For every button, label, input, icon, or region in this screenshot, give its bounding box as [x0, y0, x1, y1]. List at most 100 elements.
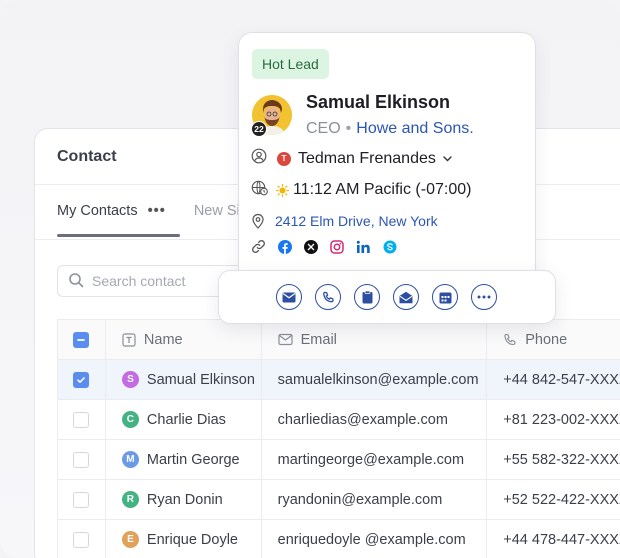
- table-row[interactable]: R Ryan Donin ryandonin@example.com +52 522-…: [58, 480, 620, 520]
- table-header-row: Name Email Phone: [58, 320, 620, 360]
- owner-avatar: T: [277, 151, 291, 166]
- contact-phone-cell[interactable]: +52 522-422-XXXX: [487, 480, 620, 519]
- column-phone-label: Phone: [525, 331, 568, 348]
- row-select-cell: [58, 440, 106, 479]
- chevron-down-icon: [443, 155, 452, 162]
- table-row[interactable]: E Enrique Doyle enriquedoyle @example.com +…: [58, 520, 620, 558]
- contact-phone-cell[interactable]: +55 582-322-XXXX: [487, 440, 620, 479]
- contact-phone-cell[interactable]: +44 842-547-XXXX: [487, 360, 620, 399]
- text-field-icon: [122, 332, 136, 347]
- social-links-row: [251, 239, 397, 254]
- search-placeholder: Search contact: [92, 273, 186, 289]
- role-separator: •: [345, 120, 352, 137]
- contact-name-text: Samual Elkinson: [146, 371, 255, 388]
- tab-my-contacts-label: My Contacts: [57, 203, 138, 219]
- row-checkbox[interactable]: [73, 451, 90, 468]
- row-checkbox[interactable]: [73, 491, 90, 508]
- call-icon: [322, 291, 335, 304]
- contact-email-cell[interactable]: martingeorge@example.com: [262, 440, 488, 479]
- facebook-icon[interactable]: [278, 239, 292, 254]
- linkedin-icon[interactable]: [356, 240, 371, 254]
- row-select-cell: [58, 400, 106, 439]
- table-row[interactable]: M Martin George martingeorge@example.com +5…: [58, 440, 620, 480]
- timezone-globe-icon: [251, 179, 268, 201]
- x-icon[interactable]: [304, 239, 318, 254]
- mail-open-icon: [399, 291, 413, 304]
- contact-initial-avatar: R: [121, 491, 139, 508]
- contact-name-cell[interactable]: S Samual Elkinson: [106, 360, 262, 399]
- column-header-email[interactable]: Email: [262, 320, 488, 359]
- tab-my-contacts[interactable]: My Contacts •••: [57, 203, 180, 237]
- calendar-icon: [439, 291, 452, 304]
- row-select-cell: [58, 520, 106, 558]
- contacts-table: Name Email Phone S Samual Elkinson samuale…: [57, 319, 620, 558]
- contact-email-cell[interactable]: samualelkinson@example.com: [262, 360, 488, 399]
- tab-new[interactable]: New Si: [194, 203, 240, 237]
- contact-phone-cell[interactable]: +81 223-002-XXXX: [487, 400, 620, 439]
- local-time-text: 11:12 AM Pacific (-07:00): [293, 181, 472, 198]
- tab-more-button[interactable]: •••: [148, 203, 166, 219]
- address-link[interactable]: 2412 Elm Drive, New York: [275, 213, 438, 229]
- note-icon: [362, 290, 373, 304]
- sun-icon: [276, 183, 289, 197]
- contact-initial-avatar: C: [121, 411, 139, 428]
- owner-selector[interactable]: T Tedman Frenandes: [251, 148, 452, 169]
- contact-name-text: Enrique Doyle: [146, 531, 238, 548]
- contact-name-text: Martin George: [146, 451, 240, 468]
- contact-email-cell[interactable]: charliedias@example.com: [262, 400, 488, 439]
- local-time-row: 11:12 AM Pacific (-07:00): [251, 179, 471, 201]
- contact-title: CEO: [306, 120, 341, 137]
- more-icon: [477, 295, 491, 299]
- location-pin-icon: [251, 213, 265, 229]
- instagram-icon[interactable]: [330, 239, 344, 254]
- row-select-cell: [58, 360, 106, 399]
- company-link[interactable]: Howe and Sons.: [356, 120, 473, 138]
- email-icon: [282, 292, 296, 303]
- contact-card: Hot Lead 22 Samual Elkinson CEO • Howe a…: [238, 32, 536, 284]
- row-checkbox[interactable]: [73, 531, 90, 548]
- contact-initial-avatar: S: [121, 371, 139, 388]
- phone-icon: [503, 333, 517, 347]
- column-header-phone[interactable]: Phone: [487, 320, 620, 359]
- select-all-checkbox[interactable]: [73, 331, 90, 348]
- contact-email-cell[interactable]: enriquedoyle @example.com: [262, 520, 488, 558]
- calendar-button[interactable]: [432, 284, 458, 310]
- avatar-count-badge: 22: [251, 121, 267, 137]
- column-header-name[interactable]: Name: [106, 320, 262, 359]
- more-actions-button[interactable]: [471, 284, 497, 310]
- compose-mail-button[interactable]: [393, 284, 419, 310]
- column-name-label: Name: [143, 331, 183, 348]
- owner-name: Tedman Frenandes: [298, 149, 436, 167]
- contact-initial-avatar: E: [121, 531, 139, 548]
- table-row[interactable]: C Charlie Dias charliedias@example.com +81 …: [58, 400, 620, 440]
- link-icon: [251, 239, 266, 254]
- contact-name-cell[interactable]: R Ryan Donin: [106, 480, 262, 519]
- tab-bar: My Contacts ••• New Si: [57, 203, 240, 237]
- contact-name-text: Charlie Dias: [146, 411, 226, 428]
- contact-initial-avatar: M: [121, 451, 139, 468]
- email-button[interactable]: [276, 284, 302, 310]
- contact-name-text: Ryan Donin: [146, 491, 223, 508]
- select-all-cell: [58, 320, 106, 359]
- row-select-cell: [58, 480, 106, 519]
- user-icon: [251, 148, 267, 169]
- contact-name: Samual Elkinson: [306, 92, 451, 112]
- contact-phone-cell[interactable]: +44 478-447-XXXX: [487, 520, 620, 558]
- contact-name-cell[interactable]: M Martin George: [106, 440, 262, 479]
- skype-icon[interactable]: [383, 240, 397, 254]
- call-button[interactable]: [315, 284, 341, 310]
- table-row[interactable]: S Samual Elkinson samualelkinson@example.c…: [58, 360, 620, 400]
- contact-email-cell[interactable]: ryandonin@example.com: [262, 480, 488, 519]
- contact-name-cell[interactable]: E Enrique Doyle: [106, 520, 262, 558]
- quick-actions-bar: [218, 270, 556, 324]
- lead-status-badge: Hot Lead: [252, 49, 329, 79]
- column-email-label: Email: [300, 331, 337, 348]
- address-row: 2412 Elm Drive, New York: [251, 213, 438, 229]
- search-icon: [68, 272, 92, 291]
- row-checkbox[interactable]: [73, 371, 90, 388]
- mail-icon: [278, 333, 293, 346]
- contact-name-cell[interactable]: C Charlie Dias: [106, 400, 262, 439]
- note-button[interactable]: [354, 284, 380, 310]
- row-checkbox[interactable]: [73, 411, 90, 428]
- contact-role-line: CEO • Howe and Sons.: [306, 120, 474, 138]
